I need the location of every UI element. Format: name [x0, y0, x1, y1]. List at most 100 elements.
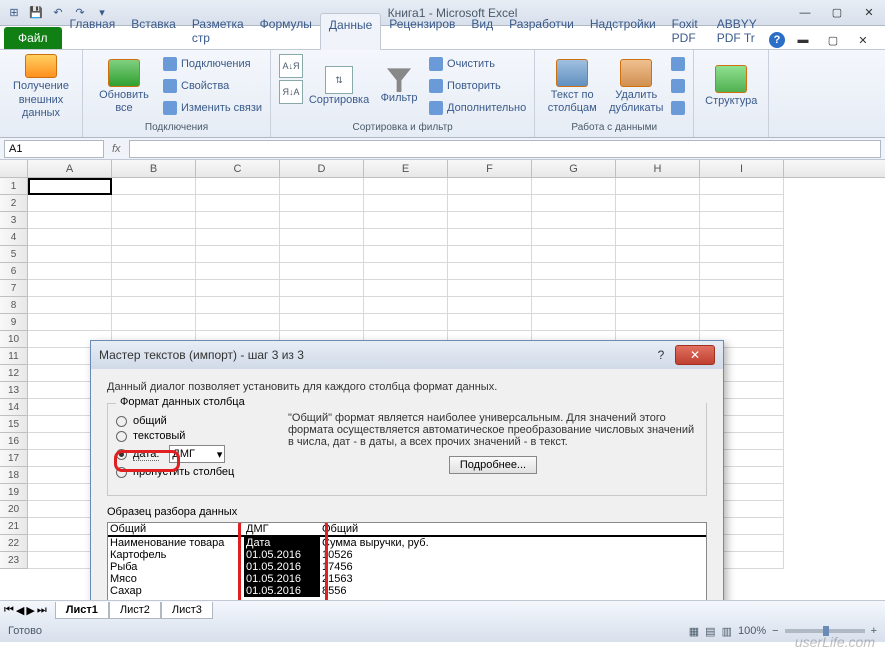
data-validation-button[interactable] [671, 54, 685, 74]
cell[interactable] [28, 178, 112, 195]
cell[interactable] [364, 195, 448, 212]
cell[interactable] [28, 195, 112, 212]
col-header-H[interactable]: H [616, 160, 700, 177]
cell[interactable] [28, 297, 112, 314]
reapply-button[interactable]: Повторить [429, 76, 526, 96]
row-header-5[interactable]: 5 [0, 246, 28, 263]
cell[interactable] [280, 212, 364, 229]
cell[interactable] [532, 280, 616, 297]
ribbon-tab-10[interactable]: ABBYY PDF Tr [709, 13, 769, 49]
row-header-11[interactable]: 11 [0, 348, 28, 365]
row-header-4[interactable]: 4 [0, 229, 28, 246]
row-header-7[interactable]: 7 [0, 280, 28, 297]
cell[interactable] [448, 314, 532, 331]
maximize-icon[interactable]: ▢ [825, 4, 849, 22]
row-header-13[interactable]: 13 [0, 382, 28, 399]
clear-filter-button[interactable]: Очистить [429, 54, 526, 74]
select-all-corner[interactable] [0, 160, 28, 177]
cell[interactable] [448, 195, 532, 212]
fx-icon[interactable]: fx [108, 143, 125, 155]
preview-box[interactable]: Общий ДМГ Общий Наименование товараДатаС… [107, 522, 707, 600]
cell[interactable] [448, 212, 532, 229]
row-header-10[interactable]: 10 [0, 331, 28, 348]
refresh-all-button[interactable]: Обновить все [91, 54, 157, 120]
ribbon-tab-3[interactable]: Формулы [252, 13, 320, 49]
help-icon[interactable]: ? [769, 32, 785, 48]
cell[interactable] [196, 280, 280, 297]
cell[interactable] [28, 280, 112, 297]
cell[interactable] [700, 212, 784, 229]
row-header-12[interactable]: 12 [0, 365, 28, 382]
col-header-E[interactable]: E [364, 160, 448, 177]
sheet-tab-1[interactable]: Лист2 [109, 602, 161, 619]
col-header-D[interactable]: D [280, 160, 364, 177]
sort-button[interactable]: ⇅ Сортировка [309, 54, 369, 120]
ribbon-tab-1[interactable]: Вставка [123, 13, 184, 49]
cell[interactable] [364, 314, 448, 331]
cell[interactable] [616, 246, 700, 263]
cell[interactable] [532, 314, 616, 331]
cell[interactable] [364, 212, 448, 229]
advanced-filter-button[interactable]: Дополнительно [429, 98, 526, 118]
cell[interactable] [112, 280, 196, 297]
row-header-21[interactable]: 21 [0, 518, 28, 535]
close-icon[interactable]: ✕ [857, 4, 881, 22]
cell[interactable] [280, 178, 364, 195]
cell[interactable] [364, 263, 448, 280]
row-header-23[interactable]: 23 [0, 552, 28, 569]
cell[interactable] [196, 212, 280, 229]
view-normal-icon[interactable]: ▦ [689, 625, 699, 638]
cell[interactable] [616, 212, 700, 229]
ribbon-tab-4[interactable]: Данные [320, 13, 381, 50]
filter-button[interactable]: Фильтр [375, 54, 423, 120]
sheet-nav-next-icon[interactable]: ▶ [26, 604, 34, 617]
view-layout-icon[interactable]: ▤ [705, 625, 715, 638]
cell[interactable] [112, 229, 196, 246]
ribbon-minimize-icon[interactable]: ▬ [791, 31, 815, 49]
cell[interactable] [364, 229, 448, 246]
cell[interactable] [28, 212, 112, 229]
cell[interactable] [448, 229, 532, 246]
radio-general[interactable]: общий [116, 415, 276, 427]
zoom-slider[interactable] [785, 629, 865, 633]
text-to-columns-button[interactable]: Текст по столбцам [543, 54, 601, 120]
remove-duplicates-button[interactable]: Удалить дубликаты [607, 54, 665, 120]
col-header-G[interactable]: G [532, 160, 616, 177]
ribbon-close-icon[interactable]: ✕ [851, 31, 875, 49]
ribbon-tab-9[interactable]: Foxit PDF [664, 13, 709, 49]
cell[interactable] [28, 246, 112, 263]
dialog-help-icon[interactable]: ? [651, 346, 671, 364]
col-header-F[interactable]: F [448, 160, 532, 177]
cell[interactable] [448, 246, 532, 263]
row-header-16[interactable]: 16 [0, 433, 28, 450]
sheet-nav-first-icon[interactable]: ⏮ [4, 604, 14, 617]
sheet-nav-last-icon[interactable]: ⏭ [37, 604, 47, 617]
cell[interactable] [532, 195, 616, 212]
cell[interactable] [364, 178, 448, 195]
cell[interactable] [700, 297, 784, 314]
cell[interactable] [364, 246, 448, 263]
col-header-I[interactable]: I [700, 160, 784, 177]
edit-links-button[interactable]: Изменить связи [163, 98, 262, 118]
row-header-6[interactable]: 6 [0, 263, 28, 280]
col-header-A[interactable]: A [28, 160, 112, 177]
row-header-9[interactable]: 9 [0, 314, 28, 331]
cell[interactable] [532, 246, 616, 263]
outline-button[interactable]: Структура [702, 54, 760, 120]
cell[interactable] [28, 263, 112, 280]
cell[interactable] [700, 195, 784, 212]
cell[interactable] [532, 178, 616, 195]
row-header-20[interactable]: 20 [0, 501, 28, 518]
cell[interactable] [112, 195, 196, 212]
sheet-tab-2[interactable]: Лист3 [161, 602, 213, 619]
cell[interactable] [532, 229, 616, 246]
cell[interactable] [616, 195, 700, 212]
cell[interactable] [280, 229, 364, 246]
cell[interactable] [112, 178, 196, 195]
cell[interactable] [700, 246, 784, 263]
cell[interactable] [616, 229, 700, 246]
cell[interactable] [700, 263, 784, 280]
row-header-3[interactable]: 3 [0, 212, 28, 229]
sheet-tab-0[interactable]: Лист1 [55, 602, 109, 619]
date-format-combo[interactable]: ДМГ ▾ [169, 445, 225, 463]
